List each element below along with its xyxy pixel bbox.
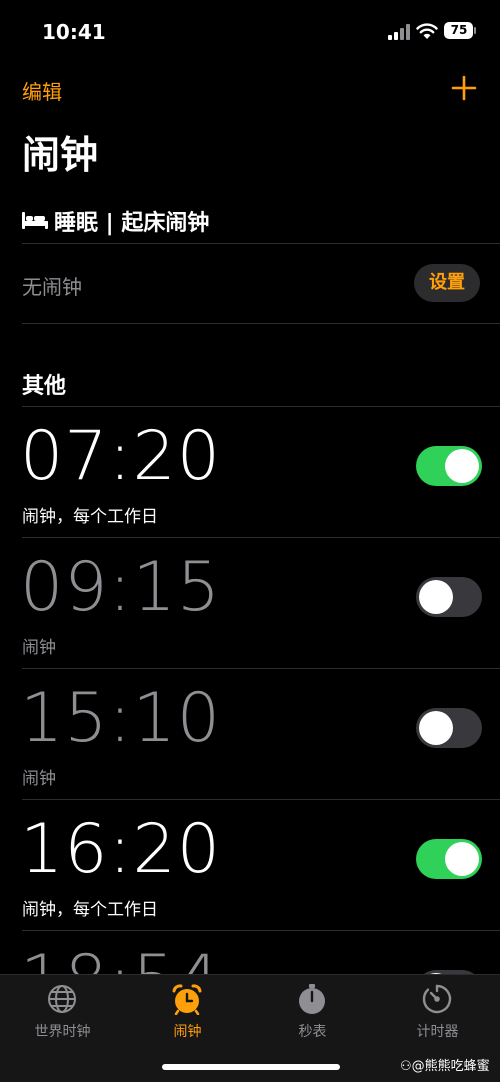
tab-timer[interactable]: 计时器	[375, 975, 500, 1045]
alarm-time: 16:20	[20, 810, 221, 889]
toggle-knob	[445, 449, 479, 483]
no-alarm-label: 无闹钟	[22, 275, 82, 299]
alarm-toggle[interactable]	[416, 577, 482, 617]
alarm-label: 闹钟，每个工作日	[22, 507, 158, 527]
page-title: 闹钟	[22, 133, 99, 177]
cellular-signal-icon	[388, 24, 410, 40]
home-indicator[interactable]	[162, 1064, 340, 1070]
alarm-time: 09:15	[20, 548, 221, 627]
tab-label: 秒表	[298, 1024, 327, 1040]
alarm-time: 07:20	[20, 417, 221, 496]
status-bar: 10:41 75	[0, 0, 500, 62]
globe-icon	[48, 985, 76, 1013]
others-section-title: 其他	[22, 374, 67, 399]
tab-alarm[interactable]: 闹钟	[125, 975, 250, 1045]
alarm-label: 闹钟	[22, 638, 56, 658]
wifi-icon	[416, 23, 438, 39]
alarm-toggle[interactable]	[416, 839, 482, 879]
bed-icon	[22, 212, 48, 229]
tab-world-clock[interactable]: 世界时钟	[0, 975, 125, 1045]
toggle-knob	[445, 842, 479, 876]
edit-button[interactable]: 编辑	[22, 76, 62, 105]
toggle-knob	[419, 711, 453, 745]
sleep-section-title: 睡眠 | 起床闹钟	[54, 211, 210, 236]
stopwatch-icon	[299, 984, 325, 1014]
alarm-time: 15:10	[20, 679, 221, 758]
status-time: 10:41	[42, 20, 106, 44]
watermark: ⚇@熊熊吃蜂蜜	[400, 1059, 490, 1074]
alarm-label: 闹钟	[22, 769, 56, 789]
alarm-toggle[interactable]	[416, 446, 482, 486]
tab-label: 世界时钟	[34, 1024, 91, 1040]
tab-label: 闹钟	[173, 1024, 202, 1040]
alarm-screen: 10:41 75 编辑 闹钟 睡眠 | 起床闹钟 无闹钟 设置 其他 07:20…	[0, 0, 500, 1082]
alarm-label: 闹钟，每个工作日	[22, 900, 158, 920]
toggle-knob	[419, 580, 453, 614]
divider	[22, 243, 500, 244]
divider	[22, 323, 500, 324]
battery-level: 75	[450, 23, 468, 37]
alarm-row[interactable]: 15:10 闹钟	[0, 669, 500, 800]
tab-label: 计时器	[416, 1024, 459, 1040]
add-alarm-icon[interactable]	[450, 74, 478, 102]
alarm-row[interactable]: 16:20 闹钟，每个工作日	[0, 800, 500, 931]
alarm-row[interactable]: 09:15 闹钟	[0, 538, 500, 669]
setup-button[interactable]: 设置	[414, 264, 480, 302]
alarm-toggle[interactable]	[416, 708, 482, 748]
alarm-row[interactable]: 07:20 闹钟，每个工作日	[0, 407, 500, 538]
tab-stopwatch[interactable]: 秒表	[250, 975, 375, 1045]
timer-icon	[422, 984, 452, 1014]
alarm-clock-icon	[172, 984, 202, 1015]
